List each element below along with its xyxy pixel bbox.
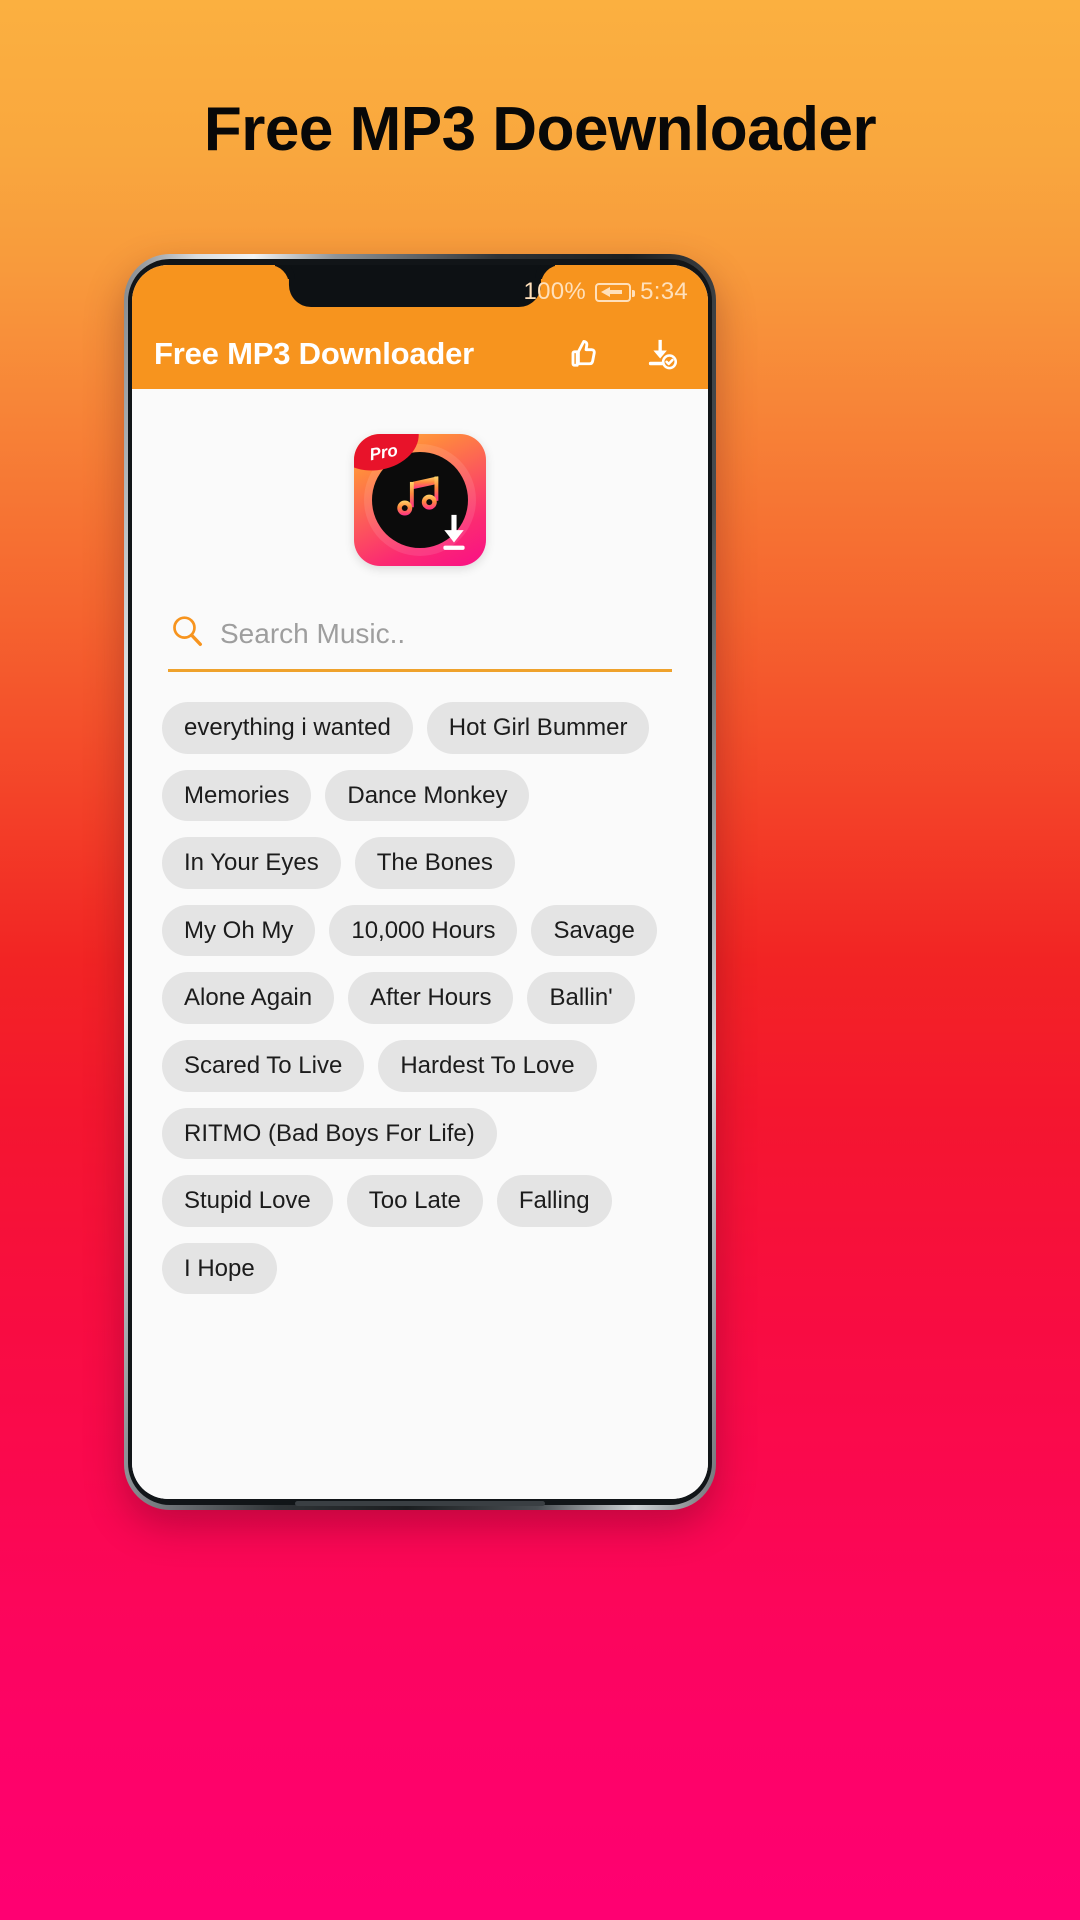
app-logo-wrapper: Pro <box>132 389 708 566</box>
suggestion-chip[interactable]: Stupid Love <box>162 1175 333 1227</box>
suggestion-chip[interactable]: Savage <box>531 904 657 957</box>
battery-percent-label: 100% <box>523 278 587 305</box>
suggestion-chip[interactable]: Scared To Live <box>162 1039 365 1092</box>
suggestion-chip[interactable]: Hot Girl Bummer <box>426 702 650 754</box>
thumbs-up-icon[interactable] <box>562 334 602 374</box>
suggestion-chip[interactable]: After Hours <box>348 972 514 1024</box>
phone-bottom-bezel <box>295 1501 545 1506</box>
battery-charging-icon <box>595 282 636 302</box>
suggestion-chip[interactable]: Falling <box>496 1175 612 1227</box>
download-check-icon[interactable] <box>640 334 680 374</box>
suggestion-chip[interactable]: RITMO (Bad Boys For Life) <box>162 1107 497 1160</box>
suggestion-chip-list: everything i wanted Hot Girl Bummer Memori… <box>162 702 678 1295</box>
suggestion-chip[interactable]: In Your Eyes <box>162 837 341 889</box>
app-bar-actions <box>562 334 686 374</box>
display-notch <box>288 265 541 307</box>
status-bar: 100% 5:34 <box>132 265 708 319</box>
suggestion-chip[interactable]: Too Late <box>346 1175 483 1227</box>
download-arrow-icon <box>432 509 476 558</box>
app-bar: Free MP3 Downloader <box>132 319 708 389</box>
clock-label: 5:34 <box>640 278 688 305</box>
app-bar-title: Free MP3 Downloader <box>154 336 475 371</box>
search-input[interactable] <box>220 613 672 654</box>
app-content: Pro everything i wantedHot Girl Bummer Me… <box>132 389 708 1499</box>
suggestion-chip[interactable]: The Bones <box>354 837 515 889</box>
suggestion-chip[interactable]: Hardest To Love <box>378 1039 597 1092</box>
suggestion-chip[interactable]: I Hope <box>162 1242 277 1295</box>
app-logo: Pro <box>354 434 486 566</box>
phone-mockup: 100% 5:34 Free MP3 Downloader Pro Search… <box>124 254 716 1510</box>
suggestion-chip[interactable]: Alone Again <box>162 972 335 1024</box>
search-bar[interactable] <box>168 612 672 672</box>
suggestion-chip[interactable]: Memories <box>162 769 312 822</box>
suggestion-chip[interactable]: 10,000 Hours <box>329 904 518 957</box>
status-bar-right: 100% 5:34 <box>523 278 688 306</box>
suggestion-chip[interactable]: Dance Monkey <box>325 769 530 822</box>
search-icon <box>168 612 206 655</box>
phone-screen: 100% 5:34 Free MP3 Downloader Pro Search… <box>132 265 708 1499</box>
page-title: Free MP3 Doewnloader <box>203 95 877 164</box>
suggestion-chip[interactable]: My Oh My <box>162 904 316 957</box>
suggestion-chip[interactable]: Ballin' <box>527 972 635 1024</box>
suggestion-chip[interactable]: everything i wanted <box>162 702 413 754</box>
